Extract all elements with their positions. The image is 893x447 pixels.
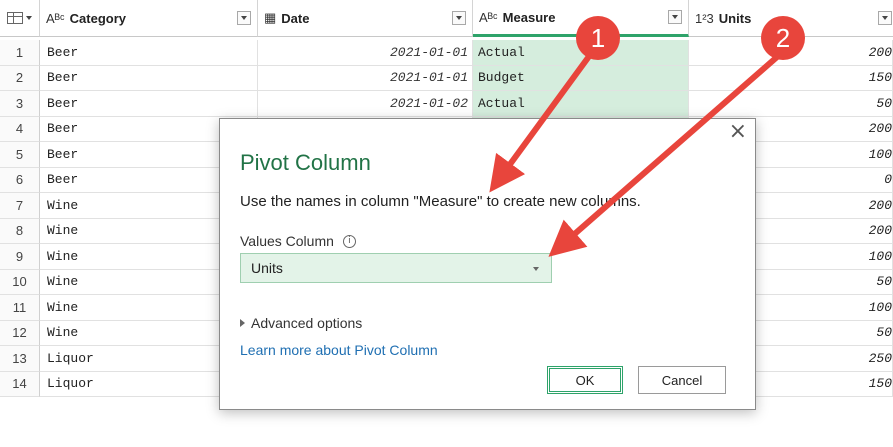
measure-cell[interactable]: Budget [473, 65, 689, 91]
chevron-down-icon [26, 16, 32, 20]
number-type-icon[interactable]: 1²3 [695, 11, 714, 26]
table-row[interactable]: 3 Beer 2021-01-02 Actual 50 [0, 91, 893, 117]
row-number[interactable]: 11 [0, 295, 40, 321]
table-row[interactable]: 1 Beer 2021-01-01 Actual 200 [0, 40, 893, 66]
column-header-label: Units [718, 10, 752, 26]
column-header-label: Date [281, 10, 310, 26]
date-type-icon[interactable]: ▦ [264, 10, 276, 26]
row-number[interactable]: 14 [0, 371, 40, 397]
units-cell[interactable]: 150 [689, 65, 893, 91]
column-header-units[interactable]: 1²3 Units [689, 0, 893, 37]
advanced-options-toggle[interactable]: Advanced options [240, 315, 362, 331]
row-number[interactable]: 13 [0, 346, 40, 372]
measure-cell[interactable]: Actual [473, 40, 689, 66]
date-cell[interactable]: 2021-01-01 [258, 65, 473, 91]
values-column-selected: Units [251, 260, 283, 276]
row-number[interactable]: 2 [0, 65, 40, 91]
column-header-category[interactable]: Aᴮᶜ Category [40, 0, 258, 37]
row-number[interactable]: 6 [0, 167, 40, 193]
row-number[interactable]: 10 [0, 269, 40, 295]
column-header-label: Category [69, 10, 127, 26]
column-header-date[interactable]: ▦ Date [258, 0, 473, 37]
table-row[interactable]: 2 Beer 2021-01-01 Budget 150 [0, 65, 893, 91]
advanced-options-label: Advanced options [251, 315, 363, 331]
filter-dropdown-button[interactable] [878, 11, 892, 25]
row-number[interactable]: 7 [0, 193, 40, 219]
date-cell[interactable]: 2021-01-01 [258, 40, 473, 66]
text-type-icon[interactable]: Aᴮᶜ [479, 10, 498, 25]
row-number[interactable]: 5 [0, 142, 40, 168]
dialog-title: Pivot Column [240, 150, 371, 175]
row-number[interactable]: 1 [0, 40, 40, 66]
table-icon [7, 12, 23, 24]
values-column-select[interactable]: Units [240, 253, 552, 283]
column-header-measure[interactable]: Aᴮᶜ Measure [473, 0, 689, 37]
pivot-column-dialog: × Pivot Column Use the names in column "… [219, 118, 756, 410]
text-type-icon[interactable]: Aᴮᶜ [46, 11, 65, 26]
filter-dropdown-button[interactable] [668, 10, 682, 24]
row-number[interactable]: 12 [0, 320, 40, 346]
units-cell[interactable]: 200 [689, 40, 893, 66]
dialog-description: Use the names in column "Measure" to cre… [240, 193, 641, 210]
units-cell[interactable]: 50 [689, 91, 893, 117]
values-column-label: Values Column i [240, 233, 356, 249]
filter-dropdown-button[interactable] [452, 11, 466, 25]
row-number[interactable]: 8 [0, 218, 40, 244]
row-number[interactable]: 4 [0, 116, 40, 142]
column-header-label: Measure [502, 9, 556, 25]
ok-button[interactable]: OK [547, 366, 623, 394]
row-number[interactable]: 9 [0, 244, 40, 270]
info-icon[interactable]: i [342, 234, 356, 248]
category-cell[interactable]: Beer [40, 65, 258, 91]
learn-more-link[interactable]: Learn more about Pivot Column [240, 342, 438, 358]
table-menu-button[interactable] [0, 0, 40, 37]
measure-cell[interactable]: Actual [473, 91, 689, 117]
date-cell[interactable]: 2021-01-02 [258, 91, 473, 117]
expand-triangle-icon [240, 319, 245, 327]
chevron-down-icon [533, 267, 539, 271]
category-cell[interactable]: Beer [40, 91, 258, 117]
category-cell[interactable]: Beer [40, 40, 258, 66]
cancel-button[interactable]: Cancel [638, 366, 726, 394]
filter-dropdown-button[interactable] [237, 11, 251, 25]
row-number[interactable]: 3 [0, 91, 40, 117]
close-icon[interactable]: × [729, 121, 747, 143]
values-column-label-text: Values Column [240, 233, 334, 249]
